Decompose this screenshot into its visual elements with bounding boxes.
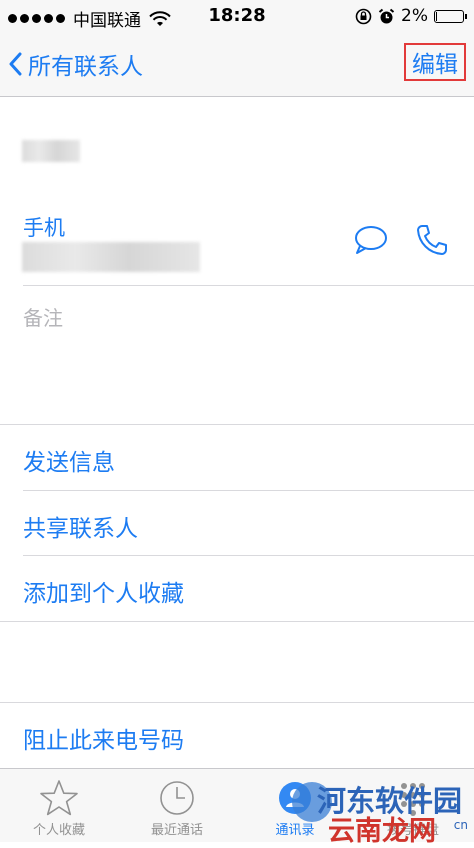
phone-label: 手机: [23, 216, 65, 240]
status-right: 2%: [355, 6, 467, 26]
alarm-icon: [378, 8, 395, 23]
divider: [0, 621, 474, 622]
phone-icon: [417, 225, 447, 255]
back-button[interactable]: 所有联系人: [8, 44, 143, 84]
chevron-left-icon: [9, 52, 22, 76]
clock-icon: [160, 781, 194, 815]
message-bubble-icon: [355, 226, 387, 254]
tab-recents[interactable]: 最近通话: [118, 769, 236, 842]
back-label: 所有联系人: [28, 54, 143, 80]
battery-percent: 2%: [401, 6, 428, 26]
watermark-line3: cn: [453, 818, 468, 832]
divider: [23, 555, 474, 556]
tab-favorites[interactable]: 个人收藏: [0, 769, 118, 842]
notes-field[interactable]: 备注: [23, 302, 63, 331]
phone-number-redacted[interactable]: [22, 242, 200, 272]
star-icon: [40, 780, 78, 816]
divider: [0, 702, 474, 703]
divider: [23, 285, 474, 286]
tab-label: 最近通话: [150, 823, 203, 838]
status-bar: 中国联通 18:28 2%: [0, 0, 474, 34]
edit-button[interactable]: 编辑: [404, 43, 466, 81]
message-button[interactable]: [354, 225, 388, 259]
share-contact-row[interactable]: 共享联系人: [23, 509, 138, 543]
contact-name-redacted: [22, 140, 80, 162]
rotation-lock-icon: [355, 8, 372, 24]
call-button[interactable]: [414, 222, 450, 262]
block-caller-row[interactable]: 阻止此来电号码: [23, 721, 184, 755]
watermark-line2: 云南龙网: [328, 816, 436, 847]
battery-icon: [434, 9, 467, 23]
send-message-row[interactable]: 发送信息: [23, 443, 115, 477]
tab-label: 个人收藏: [32, 823, 85, 838]
add-to-favorites-row[interactable]: 添加到个人收藏: [23, 574, 184, 608]
navigation-bar: 所有联系人 编辑: [0, 34, 474, 97]
edit-label: 编辑: [412, 52, 458, 78]
divider: [0, 424, 474, 425]
divider: [23, 490, 474, 491]
watermark: 河东软件园 云南龙网 cn: [292, 778, 468, 847]
